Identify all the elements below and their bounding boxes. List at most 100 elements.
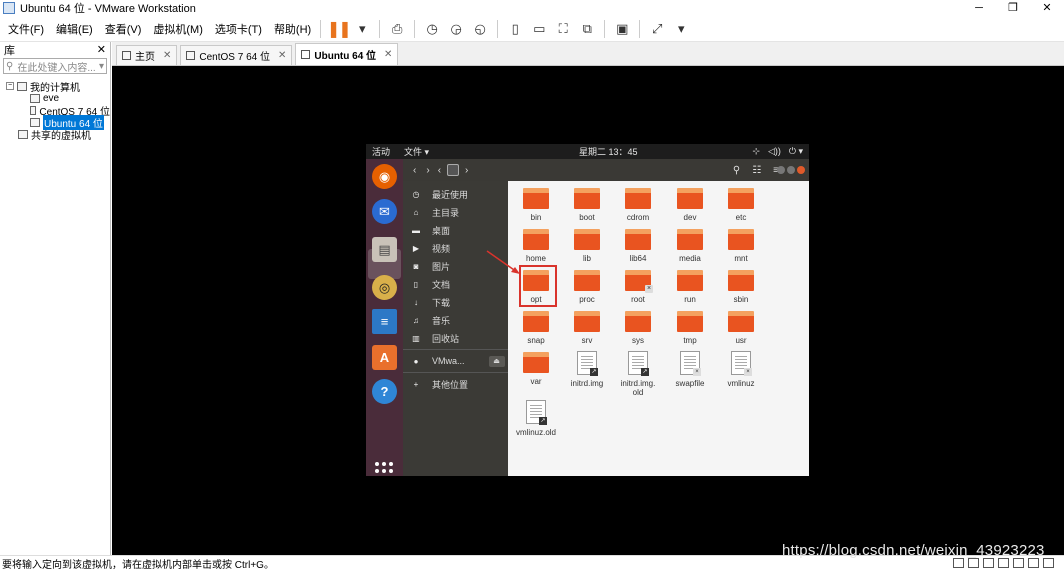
menu-edit[interactable]: 编辑(E) bbox=[52, 21, 97, 37]
tab-centos[interactable]: CentOS 7 64 位 ✕ bbox=[180, 45, 293, 65]
library-search[interactable]: ⚲ 在此处键入内容... ▾ bbox=[3, 58, 107, 74]
close-button[interactable] bbox=[797, 166, 805, 174]
path-right-icon[interactable]: › bbox=[465, 165, 468, 176]
menu-help[interactable]: 帮助(H) bbox=[270, 21, 315, 37]
sound-icon[interactable] bbox=[1013, 558, 1024, 568]
files-app-menu[interactable]: 文件 ▾ bbox=[404, 145, 429, 158]
thunderbird-icon[interactable]: ✉ bbox=[372, 199, 397, 224]
close-icon[interactable]: ✕ bbox=[278, 50, 286, 61]
view-options-icon[interactable]: ☷ bbox=[752, 165, 761, 176]
cdrom-icon[interactable] bbox=[968, 558, 979, 568]
folder-item-srv[interactable]: srv bbox=[562, 311, 612, 345]
folder-item-sys[interactable]: sys bbox=[613, 311, 663, 345]
file-item-vmlinuz[interactable]: × vmlinuz bbox=[716, 351, 766, 388]
library-view-icon[interactable]: ▯ bbox=[505, 19, 525, 39]
folder-item-cdrom[interactable]: cdrom bbox=[613, 188, 663, 222]
file-item-initrd[interactable]: ↗ initrd.img bbox=[562, 351, 612, 388]
system-tray[interactable]: ⊹ ◁)) ⏻ ▾ bbox=[752, 146, 803, 157]
folder-item-usr[interactable]: usr bbox=[716, 311, 766, 345]
unity-icon[interactable]: ⧉ bbox=[577, 19, 597, 39]
hdd-icon[interactable] bbox=[953, 558, 964, 568]
ubuntu-screen[interactable]: 活动 文件 ▾ 星期二 13：45 ⊹ ◁)) ⏻ ▾ ◉ ✉ ▤ ◎ ≡ A … bbox=[366, 144, 809, 476]
folder-item-bin[interactable]: bin bbox=[511, 188, 561, 222]
rhythmbox-icon[interactable]: ◎ bbox=[372, 275, 397, 300]
back-icon[interactable]: ‹ bbox=[413, 165, 416, 176]
usb-icon[interactable] bbox=[998, 558, 1009, 568]
path-left-icon[interactable]: ‹ bbox=[438, 165, 441, 176]
close-icon[interactable]: ✕ bbox=[97, 43, 106, 56]
search-input[interactable]: 在此处键入内容... bbox=[17, 59, 99, 74]
console-icon[interactable]: ▣ bbox=[612, 19, 632, 39]
sidebar-item-vmware-tools[interactable]: ● VMwa... ⏏ bbox=[403, 352, 508, 370]
minimize-button[interactable] bbox=[777, 166, 785, 174]
eject-icon[interactable]: ⏏ bbox=[488, 355, 505, 367]
maximize-button[interactable] bbox=[787, 166, 795, 174]
folder-item-root[interactable]: root bbox=[613, 270, 663, 304]
folder-item-var[interactable]: var bbox=[511, 352, 561, 386]
menu-file[interactable]: 文件(F) bbox=[4, 21, 48, 37]
clock[interactable]: 星期二 13：45 bbox=[579, 145, 638, 158]
close-button[interactable]: ✕ bbox=[1030, 0, 1064, 16]
sidebar-item-other-locations[interactable]: + 其他位置 bbox=[403, 375, 508, 393]
close-icon[interactable]: ✕ bbox=[163, 50, 171, 61]
close-icon[interactable]: ✕ bbox=[384, 49, 392, 60]
firefox-icon[interactable]: ◉ bbox=[372, 164, 397, 189]
chevron-down-icon[interactable]: ▾ bbox=[99, 61, 104, 72]
writer-icon[interactable]: ≡ bbox=[372, 309, 397, 334]
files-content[interactable]: bin boot cdrom dev etc home lib lib64 me… bbox=[508, 181, 809, 476]
stretch-icon[interactable]: ⤢ bbox=[647, 19, 667, 39]
sidebar-item-downloads[interactable]: ↓ 下载 bbox=[403, 293, 508, 311]
revert-snapshot-icon[interactable]: ◶ bbox=[446, 19, 466, 39]
fullscreen-icon[interactable]: ⛶ bbox=[553, 19, 573, 39]
display-icon[interactable] bbox=[1028, 558, 1039, 568]
folder-item-dev[interactable]: dev bbox=[665, 188, 715, 222]
folder-item-sbin[interactable]: sbin bbox=[716, 270, 766, 304]
pause-icon[interactable]: ❚❚ bbox=[327, 19, 352, 39]
sidebar-label: 主目录 bbox=[432, 207, 460, 218]
folder-item-run[interactable]: run bbox=[665, 270, 715, 304]
folder-item-media[interactable]: media bbox=[665, 229, 715, 263]
file-item-initrd-old[interactable]: ↗ initrd.img. old bbox=[613, 351, 663, 397]
forward-icon[interactable]: › bbox=[426, 165, 429, 176]
file-item-swapfile[interactable]: × swapfile bbox=[665, 351, 715, 388]
snapshot-manager-icon[interactable]: ◵ bbox=[470, 19, 490, 39]
collapse-icon[interactable]: − bbox=[6, 82, 14, 90]
tree-item-shared[interactable]: 共享的虚拟机 bbox=[0, 128, 110, 142]
folder-item-proc[interactable]: proc bbox=[562, 270, 612, 304]
snapshot-icon[interactable]: ◷ bbox=[422, 19, 442, 39]
tab-ubuntu[interactable]: Ubuntu 64 位 ✕ bbox=[295, 43, 399, 65]
root-drive-icon[interactable] bbox=[447, 164, 460, 176]
maximize-button[interactable]: ❐ bbox=[996, 0, 1030, 16]
software-center-icon[interactable]: A bbox=[372, 345, 397, 370]
tab-home[interactable]: 主页 ✕ bbox=[116, 45, 178, 65]
send-ctrl-alt-del-icon[interactable]: ⎙ bbox=[387, 19, 407, 39]
tree-item-my-computer[interactable]: − 我的计算机 bbox=[0, 80, 110, 94]
folder-item-snap[interactable]: snap bbox=[511, 311, 561, 345]
chevron-down-icon[interactable]: ▾ bbox=[352, 19, 372, 39]
folder-item-tmp[interactable]: tmp bbox=[665, 311, 715, 345]
chevron-down-icon[interactable]: ▾ bbox=[671, 19, 691, 39]
menu-view[interactable]: 查看(V) bbox=[101, 21, 146, 37]
folder-item-boot[interactable]: boot bbox=[562, 188, 612, 222]
folder-item-lib64[interactable]: lib64 bbox=[613, 229, 663, 263]
sidebar-item-recent[interactable]: ◷ 最近使用 bbox=[403, 185, 508, 203]
folder-item-lib[interactable]: lib bbox=[562, 229, 612, 263]
search-icon[interactable]: ⚲ bbox=[733, 165, 740, 176]
message-icon[interactable] bbox=[1043, 558, 1054, 568]
thumbnail-view-icon[interactable]: ▭ bbox=[529, 19, 549, 39]
sidebar-item-home[interactable]: ⌂ 主目录 bbox=[403, 203, 508, 221]
menu-tabs[interactable]: 选项卡(T) bbox=[211, 21, 266, 37]
menu-vm[interactable]: 虚拟机(M) bbox=[149, 21, 207, 37]
minimize-button[interactable]: ─ bbox=[962, 0, 996, 16]
folder-item-etc[interactable]: etc bbox=[716, 188, 766, 222]
network-icon[interactable] bbox=[983, 558, 994, 568]
help-icon[interactable]: ? bbox=[372, 379, 397, 404]
files-icon[interactable]: ▤ bbox=[372, 237, 397, 262]
folder-item-mnt[interactable]: mnt bbox=[716, 229, 766, 263]
sidebar-item-music[interactable]: ♫ 音乐 bbox=[403, 311, 508, 329]
show-apps-icon[interactable] bbox=[375, 462, 393, 476]
file-item-vmlinuz-old[interactable]: ↗ vmlinuz.old bbox=[511, 400, 561, 437]
activities-button[interactable]: 活动 bbox=[372, 145, 390, 158]
sidebar-item-trash[interactable]: ▥ 回收站 bbox=[403, 329, 508, 347]
sidebar-item-desktop[interactable]: ▬ 桌面 bbox=[403, 221, 508, 239]
